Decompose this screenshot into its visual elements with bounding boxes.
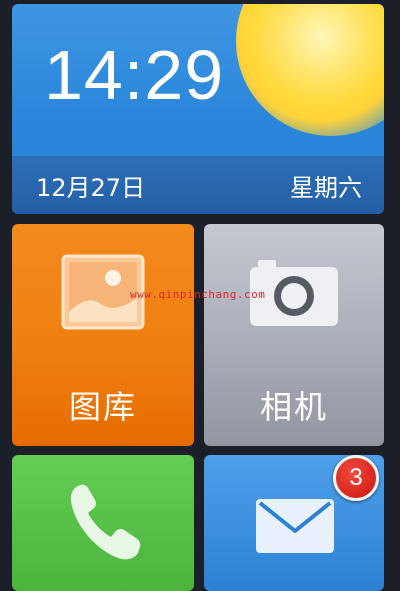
camera-label: 相机 [259, 388, 328, 426]
gallery-label: 图库 [68, 388, 137, 426]
phone-icon [70, 484, 141, 560]
unread-count-badge: 3 [333, 455, 379, 501]
weekday-text: 星期六 [290, 174, 362, 202]
sun-icon [236, 4, 384, 136]
clock-time: 14:29 [44, 36, 225, 114]
watermark: www.qinpinchang.com [130, 288, 266, 301]
camera-app-tile[interactable]: 相机 [204, 224, 384, 446]
date-text: 12月27日 [36, 174, 146, 202]
mail-icon [256, 499, 334, 553]
phone-app-tile[interactable] [12, 455, 194, 591]
date-bar: 12月27日 星期六 [12, 156, 384, 214]
gallery-app-tile[interactable]: 图库 [12, 224, 194, 446]
clock-weather-widget[interactable]: 14:29 12月27日 星期六 [12, 4, 384, 214]
